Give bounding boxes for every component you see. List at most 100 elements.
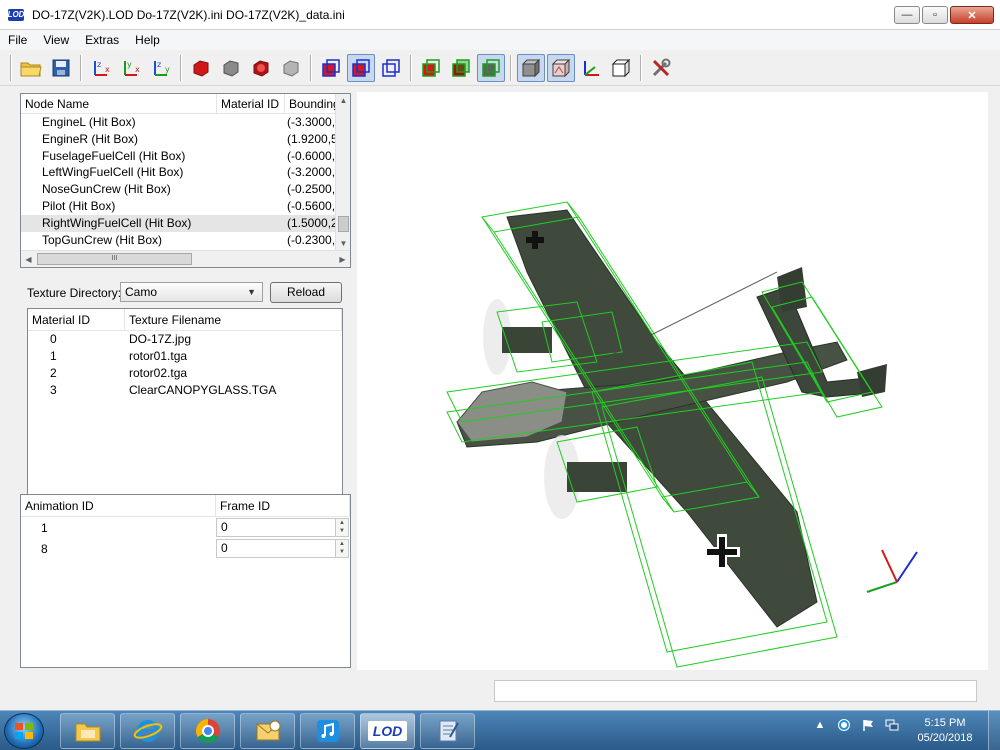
texture-row[interactable]: 3 ClearCANOPYGLASS.TGA bbox=[28, 382, 342, 399]
column-header-frame-id[interactable]: Frame ID bbox=[216, 495, 350, 516]
scroll-thumb[interactable] bbox=[338, 216, 349, 232]
node-tree-horizontal-scrollbar[interactable]: ◀ III ▶ bbox=[21, 250, 350, 267]
node-material bbox=[217, 198, 287, 215]
column-header-animation-id[interactable]: Animation ID bbox=[21, 495, 216, 516]
node-bounding: (-3.2000,2 bbox=[287, 165, 337, 180]
toolbar-separator bbox=[180, 54, 182, 81]
spin-arrows-icon[interactable]: ▲ ▼ bbox=[335, 519, 348, 536]
edge-tray-icon[interactable] bbox=[836, 717, 852, 733]
texture-filename: rotor02.tga bbox=[129, 366, 188, 380]
axis-zx-icon[interactable]: zx bbox=[87, 54, 115, 82]
svg-text:x: x bbox=[135, 65, 140, 74]
column-header-material-id[interactable]: Material ID bbox=[28, 309, 125, 330]
tree-row-selected[interactable]: RightWingFuelCell (Hit Box) (1.5000,2. bbox=[21, 214, 350, 232]
texture-cube-icon[interactable] bbox=[547, 53, 575, 82]
node-bounding: (-0.2500,7 bbox=[287, 182, 337, 197]
tree-row[interactable]: Pilot (Hit Box) (-0.5600,7 bbox=[21, 198, 350, 215]
svg-text:y: y bbox=[127, 60, 132, 69]
column-header-texture-filename[interactable]: Texture Filename bbox=[125, 309, 342, 330]
left-panel: Node Name Material ID Bounding EngineL (… bbox=[0, 87, 357, 672]
frame-id-spinbox[interactable]: 0 ▲ ▼ bbox=[216, 539, 349, 558]
axis-yx-icon[interactable]: yx bbox=[117, 54, 145, 82]
node-tree[interactable]: Node Name Material ID Bounding EngineL (… bbox=[20, 93, 351, 268]
solid-gray-cube-icon[interactable] bbox=[217, 54, 245, 82]
axes-icon[interactable] bbox=[577, 54, 605, 82]
column-header-node-name[interactable]: Node Name bbox=[21, 94, 217, 113]
chrome-icon[interactable] bbox=[180, 713, 235, 749]
scroll-right-arrow-icon[interactable]: ▶ bbox=[335, 251, 350, 267]
viewport-scrollbar[interactable] bbox=[988, 92, 1000, 670]
red-sphere-cube-icon[interactable] bbox=[247, 54, 275, 82]
open-folder-icon[interactable] bbox=[17, 54, 45, 82]
tree-row[interactable]: EngineR (Hit Box) (1.9200,5. bbox=[21, 131, 350, 148]
red-green-cube-icon[interactable] bbox=[417, 54, 445, 82]
close-button[interactable]: ✕ bbox=[950, 6, 994, 24]
notepad-icon[interactable] bbox=[420, 713, 475, 749]
scroll-thumb[interactable]: III bbox=[37, 253, 192, 265]
texture-row[interactable]: 2 rotor02.tga bbox=[28, 365, 342, 382]
node-bounding: (1.9200,5. bbox=[287, 131, 337, 146]
svg-text:x: x bbox=[105, 65, 110, 74]
menu-extras[interactable]: Extras bbox=[77, 33, 127, 47]
show-hidden-icons-icon[interactable]: ▲ bbox=[812, 717, 828, 733]
tree-row[interactable]: TopGunCrew (Hit Box) (-0.2300,5 bbox=[21, 232, 350, 249]
texture-table[interactable]: Material ID Texture Filename 0 DO-17Z.jpg… bbox=[27, 308, 343, 497]
clock-time: 5:15 PM bbox=[924, 717, 966, 729]
green-cube-outline-icon[interactable] bbox=[477, 53, 505, 82]
cube-outline-icon[interactable] bbox=[607, 54, 635, 82]
lod-viewer-taskbar-button[interactable]: LOD bbox=[360, 713, 415, 749]
scroll-down-arrow-icon[interactable]: ▼ bbox=[336, 237, 350, 251]
column-header-bounding[interactable]: Bounding bbox=[285, 94, 337, 113]
show-desktop-button[interactable] bbox=[988, 711, 1000, 750]
3d-viewport[interactable] bbox=[357, 92, 988, 670]
axis-zy-icon[interactable]: zy bbox=[147, 54, 175, 82]
save-icon[interactable] bbox=[47, 54, 75, 82]
texture-row[interactable]: 0 DO-17Z.jpg bbox=[28, 331, 342, 348]
spin-arrows-icon[interactable]: ▲ ▼ bbox=[335, 540, 348, 557]
svg-text:z: z bbox=[97, 60, 101, 69]
texture-directory-select[interactable]: Camo ▼ bbox=[120, 282, 263, 302]
mail-client-icon[interactable] bbox=[240, 713, 295, 749]
toolbar-separator bbox=[310, 54, 312, 81]
app-logo-icon: LOD bbox=[7, 8, 25, 21]
menu-view[interactable]: View bbox=[35, 33, 77, 47]
tree-row[interactable]: LeftWingFuelCell (Hit Box) (-3.2000,2 bbox=[21, 164, 350, 181]
node-tree-vertical-scrollbar[interactable]: ▲ ▼ bbox=[335, 94, 350, 251]
red-blue-cube-icon[interactable] bbox=[347, 53, 375, 82]
axis-gizmo-icon bbox=[866, 549, 918, 593]
gray-cube-icon[interactable] bbox=[277, 54, 305, 82]
gray-3d-cube-icon[interactable] bbox=[517, 53, 545, 82]
blue-wireframe-cube-icon[interactable] bbox=[317, 54, 345, 82]
frame-id-spinbox[interactable]: 0 ▲ ▼ bbox=[216, 518, 349, 537]
internet-explorer-icon[interactable] bbox=[120, 713, 175, 749]
toolbar-separator bbox=[10, 54, 12, 81]
reload-button[interactable]: Reload bbox=[270, 282, 342, 303]
menu-help[interactable]: Help bbox=[127, 33, 168, 47]
tree-row[interactable]: NoseGunCrew (Hit Box) (-0.2500,7 bbox=[21, 181, 350, 198]
network-icon[interactable] bbox=[884, 717, 900, 733]
tools-icon[interactable] bbox=[647, 54, 675, 82]
minimize-button[interactable]: — bbox=[894, 6, 920, 24]
menu-file[interactable]: File bbox=[0, 33, 35, 47]
frame-id-value: 0 bbox=[221, 541, 228, 555]
animation-row[interactable]: 8 0 ▲ ▼ bbox=[21, 538, 350, 559]
toolbar-separator bbox=[640, 54, 642, 81]
maximize-button[interactable]: ▫ bbox=[922, 6, 948, 24]
tree-row[interactable]: FuselageFuelCell (Hit Box) (-0.6000,1 bbox=[21, 148, 350, 165]
animation-table[interactable]: Animation ID Frame ID 1 0 ▲ ▼ 8 0 ▲ ▼ bbox=[20, 494, 351, 668]
node-material bbox=[217, 215, 287, 232]
solid-red-cube-icon[interactable] bbox=[187, 54, 215, 82]
taskbar-clock[interactable]: 5:15 PM 05/20/2018 bbox=[910, 716, 980, 746]
scroll-up-arrow-icon[interactable]: ▲ bbox=[336, 94, 350, 108]
file-explorer-icon[interactable] bbox=[60, 713, 115, 749]
action-center-flag-icon[interactable] bbox=[860, 717, 876, 733]
blue-cube-outline-icon[interactable] bbox=[377, 54, 405, 82]
animation-row[interactable]: 1 0 ▲ ▼ bbox=[21, 517, 350, 538]
scroll-left-arrow-icon[interactable]: ◀ bbox=[21, 251, 36, 267]
windows-start-icon[interactable] bbox=[4, 713, 44, 749]
itunes-icon[interactable] bbox=[300, 713, 355, 749]
tree-row[interactable]: EngineL (Hit Box) (-3.3000,5 bbox=[21, 114, 350, 131]
column-header-material-id[interactable]: Material ID bbox=[217, 94, 285, 113]
red-green-solid-cube-icon[interactable] bbox=[447, 54, 475, 82]
texture-row[interactable]: 1 rotor01.tga bbox=[28, 348, 342, 365]
